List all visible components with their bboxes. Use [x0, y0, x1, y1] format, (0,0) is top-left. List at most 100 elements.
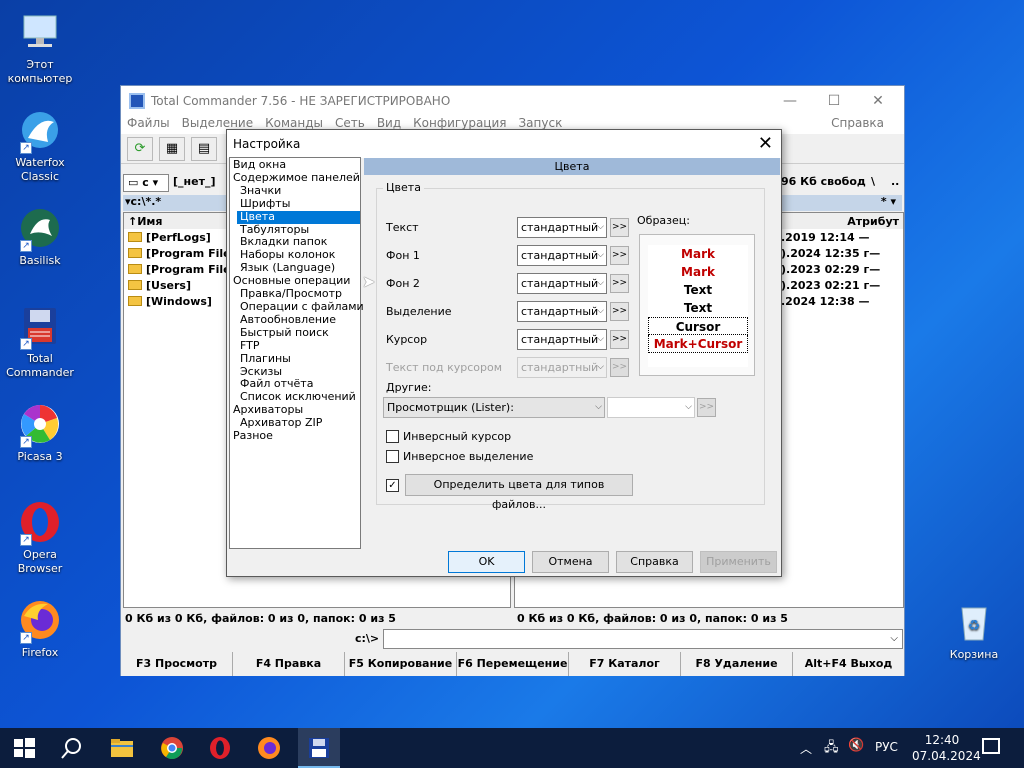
total-commander-taskbar-button[interactable]	[298, 728, 340, 768]
tree-item[interactable]: Плагины	[230, 352, 360, 366]
dialog-title: Настройка	[233, 137, 301, 151]
cursor-text-color-more-button[interactable]: >>	[610, 358, 629, 377]
opera-taskbar-icon[interactable]	[208, 736, 232, 760]
help-button[interactable]: Справка	[616, 551, 693, 573]
settings-tree[interactable]: Вид окна Содержимое панелей Значки Шрифт…	[229, 157, 364, 549]
desktop-icon-waterfox[interactable]: ↗ Waterfox Classic	[0, 108, 80, 184]
drive-label: [_нет_]	[173, 175, 216, 188]
text-color-select[interactable]: стандартный ⌵	[517, 217, 607, 238]
tree-item[interactable]: Содержимое панелей	[230, 171, 360, 185]
cursor-color-select[interactable]: стандартный ⌵	[517, 329, 607, 350]
bg2-color-select[interactable]: стандартный ⌵	[517, 273, 607, 294]
total-commander-icon: ↗	[18, 304, 62, 350]
f7-mkdir-button[interactable]: F7 Каталог	[569, 652, 681, 676]
tree-item[interactable]: Автообновление	[230, 313, 360, 327]
maximize-button[interactable]: ☐	[812, 90, 856, 112]
folder-icon	[128, 248, 142, 258]
firefox-taskbar-icon[interactable]	[257, 736, 281, 760]
tree-item[interactable]: Быстрый поиск	[230, 326, 360, 340]
tree-item[interactable]: Разное	[230, 429, 360, 443]
desktop-icon-label: Picasa 3	[17, 450, 63, 463]
drive-letter: c	[142, 176, 149, 189]
notifications-icon[interactable]	[982, 738, 1000, 754]
ok-button[interactable]: OK	[448, 551, 525, 573]
bg2-color-label: Фон 2	[386, 277, 420, 290]
cursor-text-color-select[interactable]: стандартный ⌵	[517, 357, 607, 378]
cancel-button[interactable]: Отмена	[532, 551, 609, 573]
desktop-icon-firefox[interactable]: ↗ Firefox	[0, 598, 80, 660]
apply-button[interactable]: Применить	[700, 551, 777, 573]
refresh-icon[interactable]: ⟳	[127, 136, 153, 161]
file-type-colors-checkbox[interactable]: ✓	[386, 479, 399, 492]
menu-files[interactable]: Файлы	[127, 116, 170, 134]
f4-edit-button[interactable]: F4 Правка	[233, 652, 345, 676]
f8-delete-button[interactable]: F8 Удаление	[681, 652, 793, 676]
menu-help[interactable]: Справка	[831, 116, 884, 130]
status-left: 0 Кб из 0 Кб, файлов: 0 из 0, папок: 0 и…	[125, 612, 396, 625]
inverse-selection-checkbox[interactable]	[386, 450, 399, 463]
network-icon[interactable]: 🖧	[824, 738, 839, 760]
close-window-button[interactable]: ✕	[856, 90, 900, 112]
desktop-icon-label: Opera Browser	[17, 548, 63, 575]
tree-item[interactable]: Операции с файлами	[230, 300, 364, 314]
tree-item[interactable]: Шрифты	[230, 197, 360, 211]
other-color-select[interactable]: ⌵	[607, 397, 695, 418]
root-button[interactable]: \	[871, 175, 875, 188]
chrome-icon[interactable]	[160, 736, 184, 760]
bg2-color-more-button[interactable]: >>	[610, 274, 629, 293]
start-button[interactable]	[12, 736, 36, 760]
mouse-pointer-icon: ➤	[362, 272, 376, 291]
bg1-color-select[interactable]: стандартный ⌵	[517, 245, 607, 266]
status-right: 0 Кб из 0 Кб, файлов: 0 из 0, папок: 0 и…	[517, 612, 788, 625]
inverse-cursor-checkbox[interactable]	[386, 430, 399, 443]
tree-item[interactable]: Значки	[230, 184, 360, 198]
folder-icon	[128, 232, 142, 242]
tree-item-selected[interactable]: Цвета	[237, 210, 360, 224]
desktop-icon-computer[interactable]: Этот компьютер	[0, 10, 80, 86]
other-label: Другие:	[386, 381, 432, 394]
folder-icon	[128, 280, 142, 290]
text-color-more-button[interactable]: >>	[610, 218, 629, 237]
alt-f4-exit-button[interactable]: Alt+F4 Выход	[793, 652, 904, 676]
chevron-down-icon: ⌵	[685, 402, 692, 412]
shortcut-arrow-icon: ↗	[20, 338, 32, 350]
sample-label: Образец:	[637, 214, 690, 227]
desktop-icon-total-commander[interactable]: ↗ Total Commander	[0, 304, 80, 380]
f3-view-button[interactable]: F3 Просмотр	[121, 652, 233, 676]
full-view-icon[interactable]: ▤	[191, 136, 217, 161]
desktop-icon-recycle-bin[interactable]: ♻ Корзина	[934, 600, 1014, 662]
clock-time: 12:40	[924, 733, 960, 747]
cursor-color-more-button[interactable]: >>	[610, 330, 629, 349]
clock-date: 07.04.2024	[912, 749, 981, 763]
up-button[interactable]: ..	[891, 175, 899, 188]
other-element-select[interactable]: Просмотрщик (Lister): ⌵	[383, 397, 605, 418]
tree-item[interactable]: FTP	[230, 339, 360, 353]
file-explorer-icon[interactable]	[110, 736, 134, 760]
define-file-type-colors-button[interactable]: Определить цвета для типов файлов...	[405, 474, 633, 511]
clock[interactable]: 12:40 07.04.2024	[912, 732, 981, 764]
f5-copy-button[interactable]: F5 Копирование	[345, 652, 457, 676]
dialog-titlebar[interactable]: Настройка	[227, 130, 781, 158]
selection-color-more-button[interactable]: >>	[610, 302, 629, 321]
f6-move-button[interactable]: F6 Перемещение	[457, 652, 569, 676]
brief-view-icon[interactable]: ▦	[159, 136, 185, 161]
desktop-icon-basilisk[interactable]: ↗ Basilisk	[0, 206, 80, 268]
desktop-icon-opera[interactable]: ↗ Opera Browser	[0, 500, 80, 576]
inverse-cursor-label: Инверсный курсор	[403, 430, 512, 443]
search-icon[interactable]	[60, 736, 84, 760]
command-line-input[interactable]: ⌵	[383, 629, 903, 649]
selection-color-select[interactable]: стандартный ⌵	[517, 301, 607, 322]
volume-muted-icon[interactable]: 🔇	[848, 738, 864, 753]
drive-selector[interactable]: ▭ c ▾	[123, 174, 169, 192]
chevron-up-icon[interactable]: ︿	[800, 740, 812, 757]
tree-item[interactable]: Вид окна	[230, 158, 360, 172]
free-space-right: 96 Кб свобод	[781, 175, 866, 188]
group-legend: Цвета	[383, 181, 424, 194]
desktop-icon-picasa[interactable]: ↗ Picasa 3	[0, 402, 80, 464]
minimize-button[interactable]: —	[768, 90, 812, 112]
bg1-color-more-button[interactable]: >>	[610, 246, 629, 265]
shortcut-arrow-icon: ↗	[20, 240, 32, 252]
other-color-more-button[interactable]: >>	[697, 398, 716, 417]
close-icon[interactable]: ✕	[758, 133, 773, 154]
language-indicator[interactable]: РУС	[875, 740, 898, 754]
